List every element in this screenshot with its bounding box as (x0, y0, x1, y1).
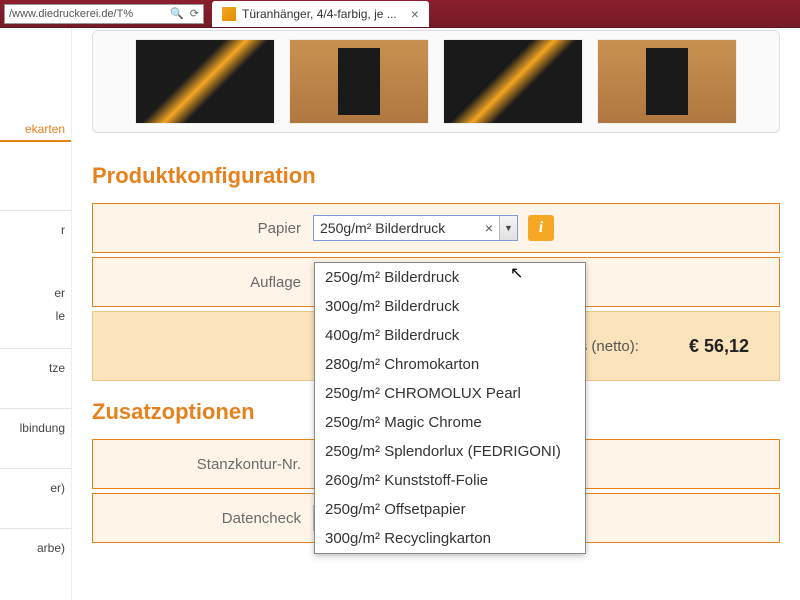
thumbnail[interactable] (289, 39, 429, 124)
select-papier[interactable]: 250g/m² Bilderdruck × ▼ (313, 215, 518, 241)
label-datencheck: Datencheck (93, 510, 313, 527)
config-row-papier: Papier 250g/m² Bilderdruck × ▼ i (92, 203, 780, 253)
refresh-icon[interactable]: ⟳ (190, 7, 199, 20)
dropdown-option[interactable]: 250g/m² Offsetpapier (315, 495, 585, 524)
close-icon[interactable]: × (411, 6, 419, 22)
info-icon[interactable]: i (528, 215, 554, 241)
sidebar: ekarten r er le tze lbindung er) arbe) (0, 28, 72, 600)
sidebar-item[interactable]: tze (0, 357, 71, 380)
thumbnail[interactable] (135, 39, 275, 124)
label-auflage: Auflage (93, 274, 313, 291)
dropdown-option[interactable]: 250g/m² Magic Chrome (315, 408, 585, 437)
browser-tab[interactable]: Türanhänger, 4/4-farbig, je ... × (212, 1, 429, 27)
chevron-down-icon[interactable]: ▼ (499, 216, 517, 240)
dropdown-papier-options: 250g/m² Bilderdruck 300g/m² Bilderdruck … (314, 262, 586, 554)
dropdown-option[interactable]: 250g/m² CHROMOLUX Pearl (315, 379, 585, 408)
dropdown-option[interactable]: 250g/m² Splendorlux (FEDRIGONI) (315, 437, 585, 466)
price-value: € 56,12 (689, 336, 749, 357)
section-heading-config: Produktkonfiguration (92, 163, 780, 189)
dropdown-option[interactable]: 300g/m² Bilderdruck (315, 292, 585, 321)
url-text: /www.diedruckerei.de/T% (9, 8, 133, 20)
url-icons: 🔍 ⟳ (170, 7, 199, 20)
browser-chrome: /www.diedruckerei.de/T% 🔍 ⟳ Türanhänger,… (0, 0, 800, 28)
dropdown-option[interactable]: 280g/m² Chromokarton (315, 350, 585, 379)
sidebar-item[interactable]: arbe) (0, 537, 71, 560)
thumbnail-strip (92, 30, 780, 133)
dropdown-option[interactable]: 300g/m² Recyclingkarton (315, 524, 585, 553)
tab-title: Türanhänger, 4/4-farbig, je ... (242, 7, 397, 21)
sidebar-item[interactable]: er) (0, 477, 71, 500)
dropdown-option[interactable]: 250g/m² Bilderdruck (315, 263, 585, 292)
sidebar-item[interactable]: ekarten (0, 118, 71, 142)
url-bar[interactable]: /www.diedruckerei.de/T% 🔍 ⟳ (4, 4, 204, 24)
label-stanz: Stanzkontur-Nr. (93, 456, 313, 473)
dropdown-option[interactable]: 260g/m² Kunststoff-Folie (315, 466, 585, 495)
clear-icon[interactable]: × (479, 220, 499, 236)
tab-favicon (222, 7, 236, 21)
sidebar-item[interactable]: le (0, 305, 71, 328)
thumbnail[interactable] (443, 39, 583, 124)
sidebar-item[interactable]: r (0, 219, 71, 242)
label-papier: Papier (93, 220, 313, 237)
thumbnail[interactable] (597, 39, 737, 124)
sidebar-item[interactable]: lbindung (0, 417, 71, 440)
search-icon[interactable]: 🔍 (170, 7, 184, 20)
sidebar-item[interactable]: er (0, 282, 71, 305)
dropdown-option[interactable]: 400g/m² Bilderdruck (315, 321, 585, 350)
select-papier-value: 250g/m² Bilderdruck (314, 220, 479, 236)
